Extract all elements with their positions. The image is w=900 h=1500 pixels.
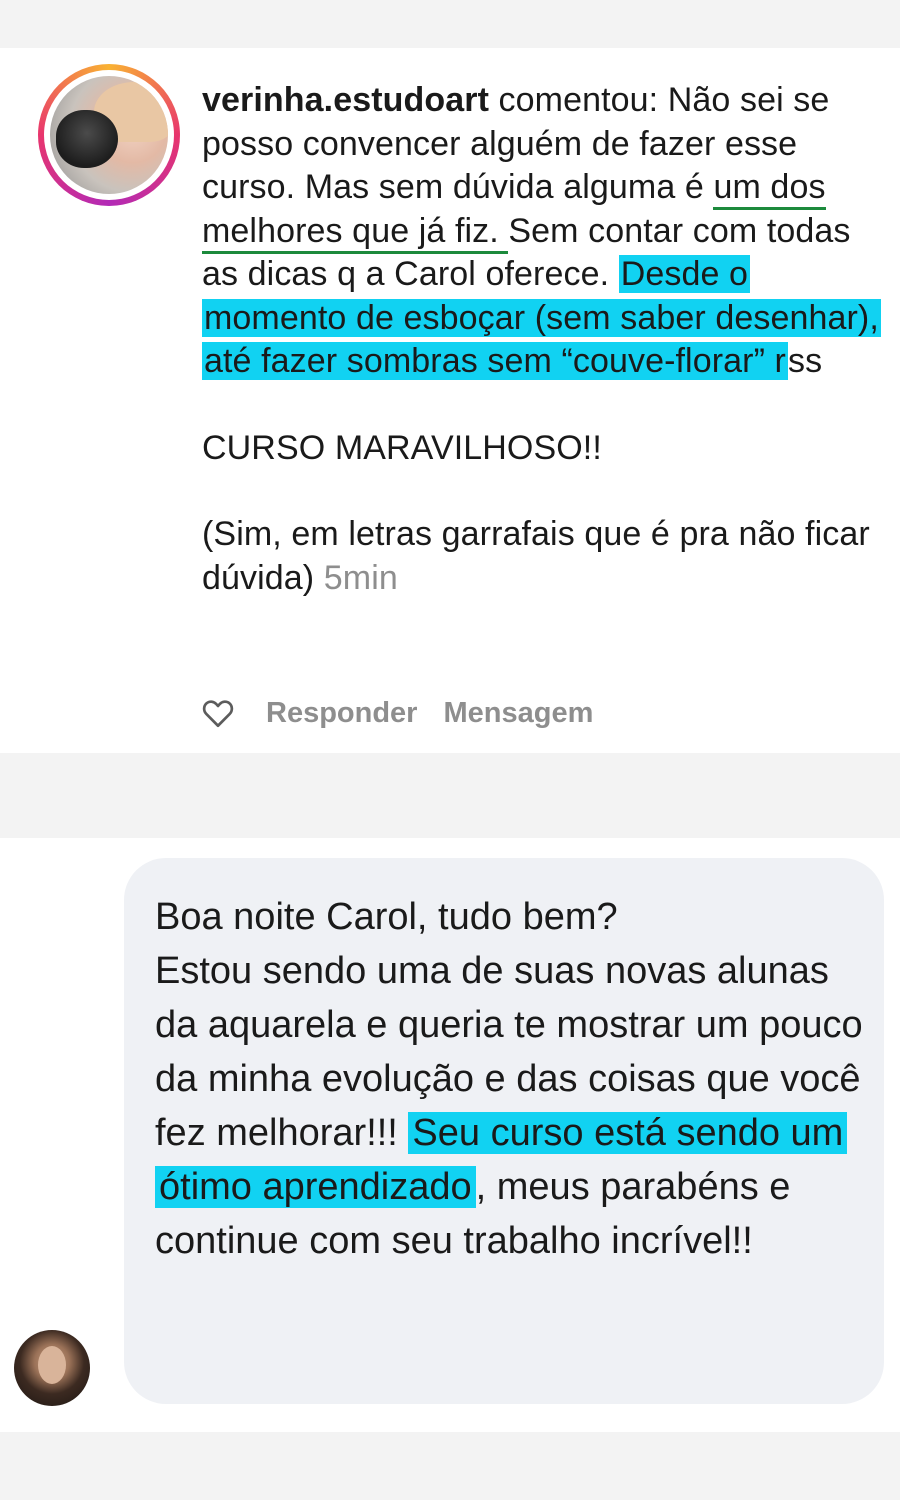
comment-username[interactable]: verinha.estudoart	[202, 81, 489, 119]
message-paragraph: Estou sendo uma de suas novas alunas da …	[155, 944, 865, 1268]
message-button[interactable]: Mensagem	[443, 697, 593, 730]
commenter-avatar	[50, 76, 168, 194]
message-body: Boa noite Carol, tudo bem? Estou sendo u…	[155, 890, 865, 1268]
comment-timestamp: 5min	[323, 558, 398, 597]
reply-button[interactable]: Responder	[266, 697, 417, 730]
comment-actions: Responder Mensagem	[200, 692, 593, 734]
comment-body: verinha.estudoart comentou: Não sei se p…	[202, 79, 882, 600]
sender-avatar[interactable]	[14, 1330, 90, 1406]
comment-verb: comentou:	[489, 81, 668, 119]
message-greeting: Boa noite Carol, tudo bem?	[155, 896, 618, 938]
comment-shout: CURSO MARAVILHOSO!!	[202, 428, 602, 467]
commenter-avatar-ring[interactable]	[38, 64, 180, 206]
comment-text-3: ss	[787, 342, 823, 380]
comment-aside: (Sim, em letras garrafais que é pra não …	[202, 515, 870, 597]
comment-aside-paragraph: (Sim, em letras garrafais que é pra não …	[202, 513, 882, 600]
heart-icon[interactable]	[200, 695, 236, 731]
comment-paragraph: verinha.estudoart comentou: Não sei se p…	[202, 79, 882, 384]
